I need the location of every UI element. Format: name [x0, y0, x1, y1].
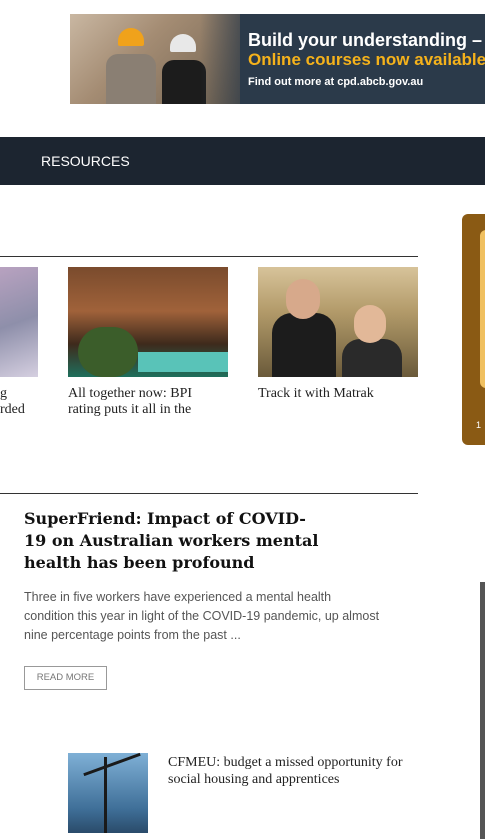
section-divider	[0, 256, 418, 257]
banner-subheadline: Online courses now available!	[248, 50, 485, 69]
banner-url: Find out more at cpd.abcb.gov.au	[248, 76, 424, 88]
article-thumbnail[interactable]	[68, 267, 228, 377]
sidebar-counter: 1	[476, 420, 482, 430]
article-thumbnail[interactable]	[0, 267, 38, 377]
sidebar-ad-frame[interactable]	[480, 582, 485, 839]
article-link[interactable]: CFMEU: budget a missed opportunity for s…	[168, 754, 418, 788]
banner-headline: Build your understanding – w	[248, 30, 485, 50]
main-nav: RESOURCES	[0, 137, 485, 185]
section-divider	[0, 493, 418, 494]
article-link[interactable]: All together now: BPI rating puts it all…	[68, 386, 233, 418]
article-link[interactable]: Track it with Matrak	[258, 386, 423, 402]
sidebar-widget-card	[480, 230, 485, 388]
nav-item-resources[interactable]: RESOURCES	[41, 153, 130, 169]
article-thumbnail[interactable]	[258, 267, 418, 377]
article-title[interactable]: SuperFriend: Impact of COVID-19 on Austr…	[24, 508, 324, 574]
article-excerpt: Three in five workers have experienced a…	[24, 590, 380, 642]
article-link[interactable]: g rded	[0, 386, 40, 418]
worker-figure	[106, 54, 156, 104]
article-thumbnail[interactable]	[68, 752, 148, 833]
ad-banner[interactable]: Build your understanding – w Online cour…	[70, 14, 485, 104]
read-more-button[interactable]: READ MORE	[24, 666, 107, 690]
